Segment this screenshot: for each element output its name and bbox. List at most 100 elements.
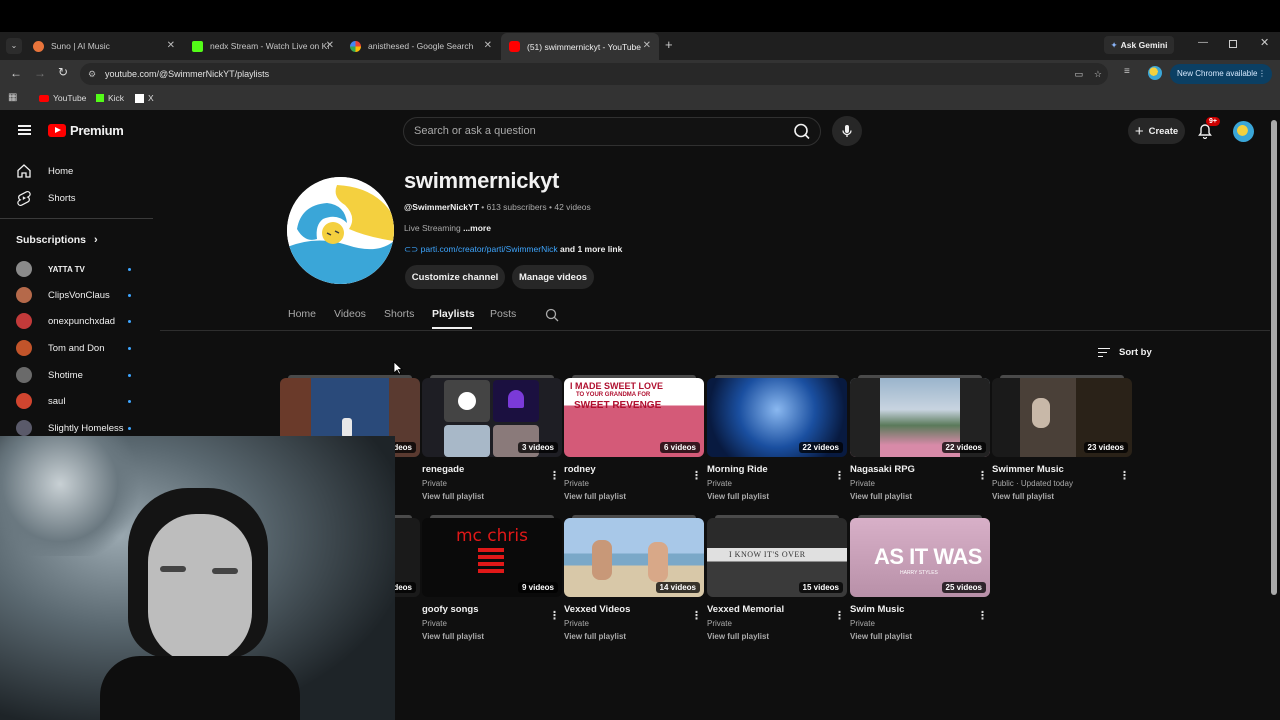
back-icon[interactable]: ← [10,66,22,80]
playlist-title[interactable]: Swimmer Music [992,464,1132,475]
playlist-card[interactable]: 3 videos renegade Private View full play… [422,375,562,501]
playlist-thumbnail[interactable]: AS IT WAS HARRY STYLES 25 videos [850,518,990,597]
apps-grid-icon[interactable]: ▦ [8,92,17,103]
playlist-title[interactable]: Swim Music [850,604,990,615]
page-scrollbar[interactable] [1271,120,1277,595]
create-button[interactable]: + Create [1128,118,1185,144]
playlist-card[interactable]: AS IT WAS HARRY STYLES 25 videos Swim Mu… [850,515,990,641]
playlist-thumbnail[interactable]: 23 videos [992,378,1132,457]
playlist-thumbnail[interactable]: 3 videos [422,378,562,457]
notifications-button[interactable]: 9+ [1197,117,1220,144]
playlist-title[interactable]: Vexxed Videos [564,604,704,615]
tab-playlists[interactable]: Playlists [432,308,475,320]
view-full-playlist-link[interactable]: View full playlist [422,492,562,501]
more-actions-icon[interactable]: ⋮ [1119,469,1130,482]
sort-by-button[interactable]: Sort by [1098,347,1152,358]
playlist-thumbnail[interactable]: I MADE SWEET LOVE TO YOUR GRANDMA FOR SW… [564,378,704,457]
view-full-playlist-link[interactable]: View full playlist [422,632,562,641]
view-full-playlist-link[interactable]: View full playlist [850,632,990,641]
tab-google[interactable]: anisthesed - Google Search ✕ [342,35,500,57]
playlist-title[interactable]: rodney [564,464,704,475]
tab-posts[interactable]: Posts [490,308,516,320]
playlist-thumbnail[interactable]: mc chris 9 videos [422,518,562,597]
sidebar-subscription[interactable]: Slightly Homeless [16,420,124,436]
more-actions-icon[interactable]: ⋮ [977,609,988,622]
ask-gemini-button[interactable]: ✦ Ask Gemini [1104,36,1174,54]
profile-avatar-icon[interactable] [1148,66,1162,80]
tab-youtube[interactable]: (51) swimmernickyt - YouTube ✕ [501,33,659,60]
channel-description[interactable]: Live Streaming ...more [404,223,491,233]
playlist-card[interactable]: 23 videos Swimmer Music Public · Updated… [992,375,1132,501]
more-actions-icon[interactable]: ⋮ [691,469,702,482]
playlist-title[interactable]: Morning Ride [707,464,847,475]
more-actions-icon[interactable]: ⋮ [977,469,988,482]
playlist-card[interactable]: 22 videos Nagasaki RPG Private View full… [850,375,990,501]
view-full-playlist-link[interactable]: View full playlist [564,632,704,641]
playlist-title[interactable]: renegade [422,464,562,475]
playlist-card[interactable]: I MADE SWEET LOVE TO YOUR GRANDMA FOR SW… [564,375,704,501]
playlist-card[interactable]: 22 videos Morning Ride Private View full… [707,375,847,501]
bookmark-kick[interactable]: Kick [96,93,124,103]
more-links[interactable]: and 1 more link [560,244,622,254]
playlist-card[interactable]: 14 videos Vexxed Videos Private View ful… [564,515,704,641]
manage-videos-button[interactable]: Manage videos [512,265,594,289]
close-tab-icon[interactable]: ✕ [484,40,492,51]
youtube-premium-logo[interactable]: Premium [48,123,124,138]
view-full-playlist-link[interactable]: View full playlist [564,492,704,501]
tab-suno[interactable]: Suno | AI Music ✕ [25,35,183,57]
reload-icon[interactable]: ↻ [58,65,68,79]
bookmark-star-icon[interactable]: ☆ [1094,63,1102,85]
view-full-playlist-link[interactable]: View full playlist [707,492,847,501]
more-actions-icon[interactable]: ⋮ [834,609,845,622]
playlist-thumbnail[interactable]: 14 videos [564,518,704,597]
sidebar-subscription[interactable]: ClipsVonClaus [16,287,110,303]
playlist-title[interactable]: goofy songs [422,604,562,615]
search-input[interactable]: Search or ask a question [414,125,536,137]
customize-channel-button[interactable]: Customize channel [405,265,505,289]
more-actions-icon[interactable]: ⋮ [834,469,845,482]
channel-link[interactable]: parti.com/creator/parti/SwimmerNick [421,244,558,254]
new-tab-icon[interactable]: + [665,37,673,52]
sidebar-item-shorts[interactable]: Shorts [16,190,75,206]
reading-list-icon[interactable]: ≡ [1124,66,1130,77]
bookmark-youtube[interactable]: YouTube [39,93,86,103]
site-info-icon[interactable]: ⚙ [88,63,96,85]
tab-search-button[interactable]: ⌄ [6,38,22,54]
close-window-icon[interactable]: ✕ [1260,36,1269,49]
sidebar-subscription[interactable]: saul [16,393,65,409]
playlist-title[interactable]: Nagasaki RPG [850,464,990,475]
url-bar[interactable]: ⚙ youtube.com/@SwimmerNickYT/playlists ▭… [80,63,1108,85]
more-actions-icon[interactable]: ⋮ [549,609,560,622]
search-button[interactable] [786,118,820,145]
close-tab-icon[interactable]: ✕ [326,40,334,51]
tab-videos[interactable]: Videos [334,308,366,320]
sidebar-subscription[interactable]: onexpunchxdad [16,313,115,329]
view-full-playlist-link[interactable]: View full playlist [992,492,1132,501]
playlist-thumbnail[interactable]: I KNOW IT'S OVER 15 videos [707,518,847,597]
sidebar-subscription[interactable]: YATTA TV [16,261,85,277]
new-chrome-available-button[interactable]: New Chrome available ⋮ [1170,64,1272,84]
playlist-title[interactable]: Vexxed Memorial [707,604,847,615]
playlist-thumbnail[interactable]: 22 videos [707,378,847,457]
sidebar-subscription[interactable]: Shotime [16,367,83,383]
close-tab-icon[interactable]: ✕ [643,40,651,51]
more-link[interactable]: ...more [463,223,491,233]
more-actions-icon[interactable]: ⋮ [691,609,702,622]
view-full-playlist-link[interactable]: View full playlist [707,632,847,641]
channel-search-icon[interactable] [545,308,559,322]
install-app-icon[interactable]: ▭ [1074,63,1083,85]
search-box[interactable]: Search or ask a question [403,117,821,146]
account-avatar[interactable] [1233,121,1254,142]
hamburger-menu-icon[interactable] [18,125,31,135]
voice-search-button[interactable] [832,116,862,146]
restore-icon[interactable] [1229,40,1237,48]
tab-shorts[interactable]: Shorts [384,308,414,320]
playlist-card[interactable]: I KNOW IT'S OVER 15 videos Vexxed Memori… [707,515,847,641]
playlist-card[interactable]: mc chris 9 videos goofy songs Private Vi… [422,515,562,641]
minimize-icon[interactable]: — [1198,37,1208,48]
playlist-thumbnail[interactable]: 22 videos [850,378,990,457]
view-full-playlist-link[interactable]: View full playlist [850,492,990,501]
sidebar-item-home[interactable]: Home [16,163,73,179]
close-tab-icon[interactable]: ✕ [167,40,175,51]
subscriptions-header[interactable]: Subscriptions › [16,234,98,246]
